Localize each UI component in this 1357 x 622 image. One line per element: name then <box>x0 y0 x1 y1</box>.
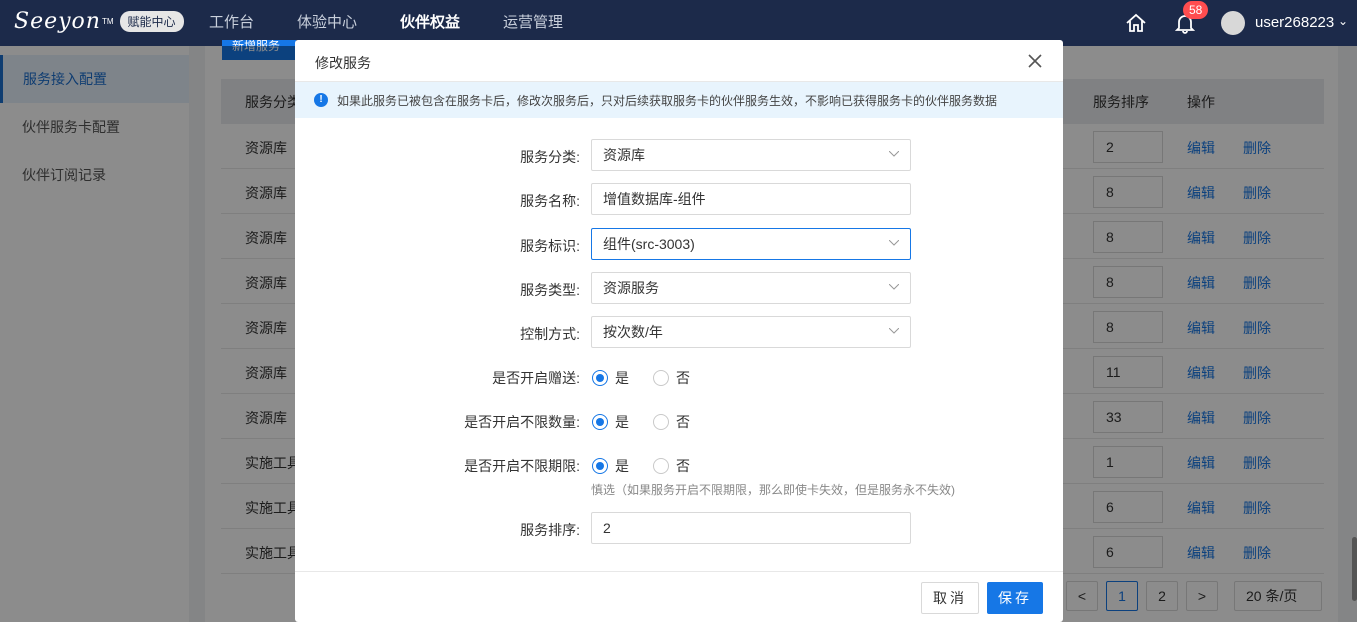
gift-yes-radio[interactable] <box>592 370 608 386</box>
unlimited-period-label: 是否开启不限期限: <box>464 458 580 474</box>
gift-yes-label[interactable]: 是 <box>615 368 629 388</box>
identifier-value: 组件(src-3003) <box>603 236 695 252</box>
category-label: 服务分类: <box>520 149 580 165</box>
unlimited-period-yes-label[interactable]: 是 <box>615 456 629 476</box>
info-alert: ! 如果此服务已被包含在服务卡后，修改次服务后，只对后续获取服务卡的伙伴服务生效… <box>295 82 1063 118</box>
chevron-down-icon[interactable]: ⌄ <box>1338 14 1348 28</box>
category-value: 资源库 <box>603 147 645 163</box>
sort-input[interactable]: 2 <box>591 512 911 544</box>
close-icon[interactable] <box>1027 53 1043 69</box>
unlimited-period-yes-radio[interactable] <box>592 458 608 474</box>
username[interactable]: user268223 <box>1255 14 1334 31</box>
logo-badge: 赋能中心 <box>119 11 184 32</box>
category-select[interactable]: 资源库 <box>591 139 911 171</box>
unlimited-qty-no-label[interactable]: 否 <box>676 412 690 432</box>
avatar[interactable] <box>1221 11 1245 35</box>
service-name-input[interactable]: 增值数据库-组件 <box>591 183 911 215</box>
sort-label: 服务排序: <box>520 522 580 538</box>
unlimited-period-no-label[interactable]: 否 <box>676 456 690 476</box>
identifier-select[interactable]: 组件(src-3003) <box>591 228 911 260</box>
home-icon[interactable] <box>1125 12 1147 34</box>
unlimited-qty-yes-label[interactable]: 是 <box>615 412 629 432</box>
type-value: 资源服务 <box>603 280 659 296</box>
gift-radio-group: 是 否 <box>592 368 714 388</box>
gift-no-label[interactable]: 否 <box>676 368 690 388</box>
control-label: 控制方式: <box>520 326 580 342</box>
logo[interactable]: Seeyon TM 赋能中心 <box>14 9 184 34</box>
notification-badge: 58 <box>1183 1 1209 19</box>
modal-title: 修改服务 <box>315 55 371 71</box>
save-button[interactable]: 保存 <box>987 582 1043 614</box>
unlimited-qty-no-radio[interactable] <box>653 414 669 430</box>
cancel-button[interactable]: 取消 <box>921 582 979 614</box>
unlimited-qty-radio-group: 是 否 <box>592 412 714 432</box>
control-select[interactable]: 按次数/年 <box>591 316 911 348</box>
unlimited-period-radio-group: 是 否 <box>592 456 714 476</box>
modal-footer: 取消 保存 <box>295 571 1063 622</box>
alert-text: 如果此服务已被包含在服务卡后，修改次服务后，只对后续获取服务卡的伙伴服务生效，不… <box>337 93 998 108</box>
unlimited-qty-label: 是否开启不限数量: <box>464 414 580 430</box>
control-value: 按次数/年 <box>603 324 663 340</box>
chevron-down-icon <box>889 240 899 246</box>
gift-no-radio[interactable] <box>653 370 669 386</box>
name-label: 服务名称: <box>520 193 580 209</box>
edit-service-modal: 修改服务 ! 如果此服务已被包含在服务卡后，修改次服务后，只对后续获取服务卡的伙… <box>295 40 1063 622</box>
chevron-down-icon <box>889 151 899 157</box>
chevron-down-icon <box>889 284 899 290</box>
period-hint: 慎选（如果服务开启不限期限，那么即使卡失效，但是服务永不失效) <box>591 483 955 497</box>
unlimited-qty-yes-radio[interactable] <box>592 414 608 430</box>
type-select[interactable]: 资源服务 <box>591 272 911 304</box>
modal-header: 修改服务 <box>295 40 1063 82</box>
info-icon: ! <box>314 93 328 107</box>
chevron-down-icon <box>889 328 899 334</box>
logo-trademark: TM <box>101 17 114 26</box>
identifier-label: 服务标识: <box>520 238 580 254</box>
gift-label: 是否开启赠送: <box>492 370 580 386</box>
unlimited-period-no-radio[interactable] <box>653 458 669 474</box>
type-label: 服务类型: <box>520 282 580 298</box>
logo-text: Seeyon <box>14 9 101 34</box>
scrollbar-thumb[interactable] <box>1352 537 1357 601</box>
